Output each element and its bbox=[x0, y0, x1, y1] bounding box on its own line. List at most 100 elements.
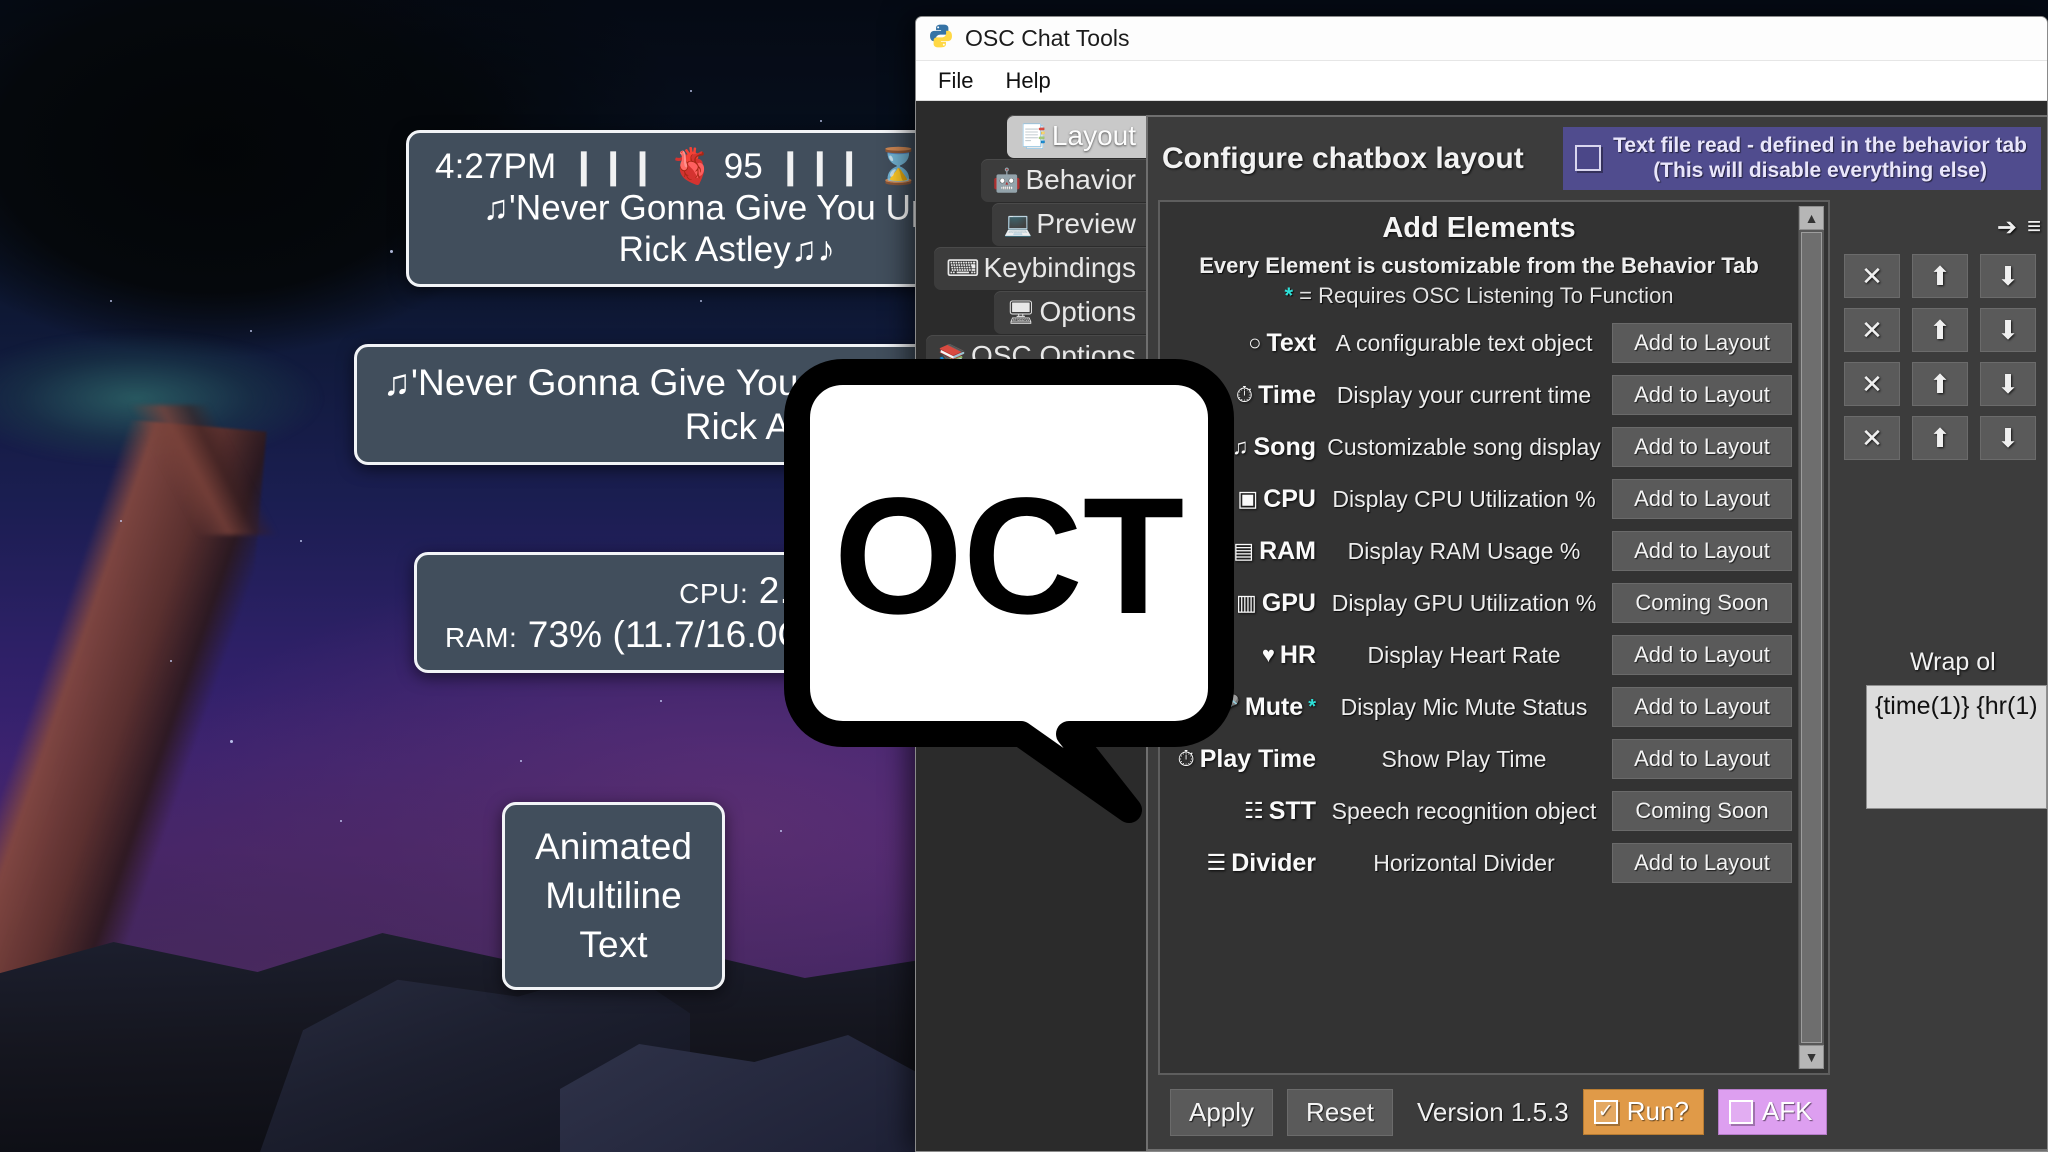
add-to-layout-button[interactable]: Add to Layout bbox=[1612, 427, 1792, 468]
run-toggle-label: Run? bbox=[1626, 1096, 1689, 1126]
move-down-button[interactable]: ⬇ bbox=[1980, 416, 2036, 461]
cpu-line: CPU: 2.9% bbox=[679, 570, 844, 611]
element-name: 🎤 Mute * bbox=[1166, 693, 1316, 722]
separator-icon: ❙❙❙ bbox=[569, 147, 658, 186]
afk-toggle[interactable]: AFK bbox=[1717, 1089, 1828, 1135]
element-name-text: Text bbox=[1266, 328, 1316, 357]
element-name: ▣ CPU bbox=[1166, 485, 1316, 514]
element-name-text: HR bbox=[1279, 640, 1316, 669]
layout-list-panel: ➔ ≡ ✕ ⬆ ⬇ ✕ ⬆ ⬇ ✕ ⬆ ⬇ ✕ ⬆ ⬇ Wrap ol {time(1)} {hr(1… bbox=[1830, 200, 2047, 1075]
element-name-text: Play Time bbox=[1199, 744, 1316, 773]
afk-toggle-label: AFK bbox=[1761, 1096, 1813, 1126]
reset-button[interactable]: Reset bbox=[1287, 1088, 1393, 1136]
menu-file[interactable]: File bbox=[926, 65, 985, 97]
add-elements-title: Add Elements bbox=[1382, 212, 1576, 245]
element-row: ▤ RAM Display RAM Usage % Add to Layout bbox=[1166, 525, 1792, 577]
layers-icon: 📑 bbox=[1019, 122, 1048, 149]
move-down-button[interactable]: ⬇ bbox=[1980, 254, 2036, 299]
sidebar-tabs: 📑 Layout 🤖 Behavior 💻 Preview ⌨ Keybindi… bbox=[916, 101, 1146, 1151]
remove-button[interactable]: ✕ bbox=[1844, 308, 1900, 353]
tab-behavior-label: Behavior bbox=[1025, 164, 1136, 195]
add-to-layout-button[interactable]: Add to Layout bbox=[1612, 687, 1792, 728]
element-name-text: Song bbox=[1253, 432, 1317, 461]
add-to-layout-button[interactable]: Add to Layout bbox=[1612, 323, 1792, 364]
monitor-icon: 💻 bbox=[1003, 210, 1033, 237]
add-to-layout-button[interactable]: Add to Layout bbox=[1612, 531, 1792, 572]
element-description: Show Play Time bbox=[1381, 745, 1547, 772]
move-up-button[interactable]: ⬆ bbox=[1912, 362, 1968, 407]
add-elements-scrollarea: Add Elements Every Element is customizab… bbox=[1160, 202, 1828, 1073]
star bbox=[520, 760, 522, 762]
move-up-button[interactable]: ⬆ bbox=[1912, 308, 1968, 353]
add-to-layout-button[interactable]: Add to Layout bbox=[1612, 739, 1792, 780]
star bbox=[300, 540, 302, 542]
tab-behavior[interactable]: 🤖 Behavior bbox=[980, 159, 1146, 202]
equals-icon: ≡ bbox=[2026, 213, 2041, 241]
move-up-button[interactable]: ⬆ bbox=[1912, 416, 1968, 461]
add-elements-osc-note: * = Requires OSC Listening To Function bbox=[1284, 283, 1674, 309]
menu-help[interactable]: Help bbox=[993, 65, 1062, 97]
tab-options[interactable]: 🖥 Options bbox=[994, 291, 1146, 334]
version-label: Version 1.5.3 bbox=[1416, 1096, 1569, 1127]
window-body: 📑 Layout 🤖 Behavior 💻 Preview ⌨ Keybindi… bbox=[916, 101, 2047, 1151]
element-name-text: STT bbox=[1268, 796, 1316, 825]
element-name-text: CPU bbox=[1263, 484, 1316, 513]
element-name: ♥ HR bbox=[1166, 641, 1316, 670]
remove-button[interactable]: ✕ bbox=[1844, 362, 1900, 407]
element-row: ♫ Song Customizable song display Add to Lay… bbox=[1166, 421, 1792, 473]
scrollbar-thumb[interactable] bbox=[1801, 232, 1822, 1043]
run-checkbox[interactable]: ✓ bbox=[1593, 1099, 1618, 1124]
tree-branch bbox=[90, 405, 290, 535]
arrow-right-icon: ➔ bbox=[1996, 213, 2017, 241]
tab-layout[interactable]: 📑 Layout bbox=[1007, 115, 1146, 158]
tab-preview[interactable]: 💻 Preview bbox=[991, 203, 1146, 246]
star bbox=[780, 830, 782, 832]
stopwatch-icon: ⏱ bbox=[1177, 746, 1195, 772]
separator-icon: ❙❙❙ bbox=[775, 147, 864, 186]
apply-button[interactable]: Apply bbox=[1170, 1088, 1274, 1136]
music-notes-icon: ♫♪ bbox=[790, 230, 835, 270]
add-to-layout-button[interactable]: Add to Layout bbox=[1612, 479, 1792, 520]
python-logo-icon bbox=[928, 23, 954, 54]
layout-format-textarea[interactable]: {time(1)} {hr(1) bbox=[1866, 685, 2047, 810]
memory-icon: ▤ bbox=[1233, 538, 1255, 564]
add-to-layout-button[interactable]: Add to Layout bbox=[1612, 635, 1792, 676]
scroll-up-arrow-icon[interactable]: ▲ bbox=[1799, 206, 1824, 231]
element-row: 🎤 Mute * Display Mic Mute Status Add to Layo… bbox=[1166, 681, 1792, 733]
element-rows: ○ Text A configurable text object Add to La… bbox=[1166, 317, 1792, 889]
song-line-2: Rick Astley♫♪ bbox=[684, 405, 914, 447]
element-description: Display your current time bbox=[1336, 381, 1592, 408]
remove-button[interactable]: ✕ bbox=[1844, 416, 1900, 461]
element-description: Display GPU Utilization % bbox=[1331, 589, 1597, 616]
element-row: ☷ STT Speech recognition object Coming Soon bbox=[1166, 785, 1792, 837]
panes: Add Elements Every Element is customizab… bbox=[1148, 200, 2047, 1075]
text-file-read-toggle[interactable]: Text file read - defined in the behavior… bbox=[1563, 127, 2041, 191]
layout-element-row: ✕ ⬆ ⬇ bbox=[1844, 362, 2047, 407]
scroll-down-arrow-icon[interactable]: ▼ bbox=[1799, 1045, 1824, 1069]
star bbox=[230, 740, 233, 743]
element-row: ☰ Divider Horizontal Divider Add to Layout bbox=[1166, 837, 1792, 889]
star bbox=[390, 250, 393, 253]
afk-checkbox[interactable] bbox=[1728, 1099, 1753, 1124]
add-to-layout-button[interactable]: Add to Layout bbox=[1612, 843, 1792, 884]
star bbox=[340, 820, 342, 822]
overlay-chatbox-system: CPU: 2.9% RAM: 73% (11.7/16.0GB) bbox=[414, 552, 875, 674]
add-to-layout-button[interactable]: Add to Layout bbox=[1612, 375, 1792, 416]
elements-scrollbar[interactable]: ▲ ▼ bbox=[1798, 206, 1824, 1069]
tab-options-label: Options bbox=[1039, 296, 1137, 327]
remove-button[interactable]: ✕ bbox=[1844, 254, 1900, 299]
move-up-button[interactable]: ⬆ bbox=[1912, 254, 1968, 299]
element-name-text: Divider bbox=[1231, 848, 1316, 877]
tab-osc-options[interactable]: 📚 OSC Options bbox=[926, 335, 1146, 378]
run-toggle[interactable]: ✓ Run? bbox=[1582, 1089, 1704, 1135]
element-row: ⏱ Time Display your current time Add to Lay… bbox=[1166, 369, 1792, 421]
add-elements-inner: Add Elements Every Element is customizab… bbox=[1160, 202, 1798, 1073]
network-icon: 📚 bbox=[938, 342, 968, 369]
element-description: Display Heart Rate bbox=[1367, 641, 1561, 668]
music-note-icon: ♫ bbox=[383, 362, 411, 403]
tab-keybindings[interactable]: ⌨ Keybindings bbox=[934, 247, 1146, 290]
clock-icon: ⏱ bbox=[1235, 382, 1254, 408]
move-down-button[interactable]: ⬇ bbox=[1980, 362, 2036, 407]
text-file-read-checkbox[interactable] bbox=[1575, 145, 1602, 172]
move-down-button[interactable]: ⬇ bbox=[1980, 308, 2036, 353]
